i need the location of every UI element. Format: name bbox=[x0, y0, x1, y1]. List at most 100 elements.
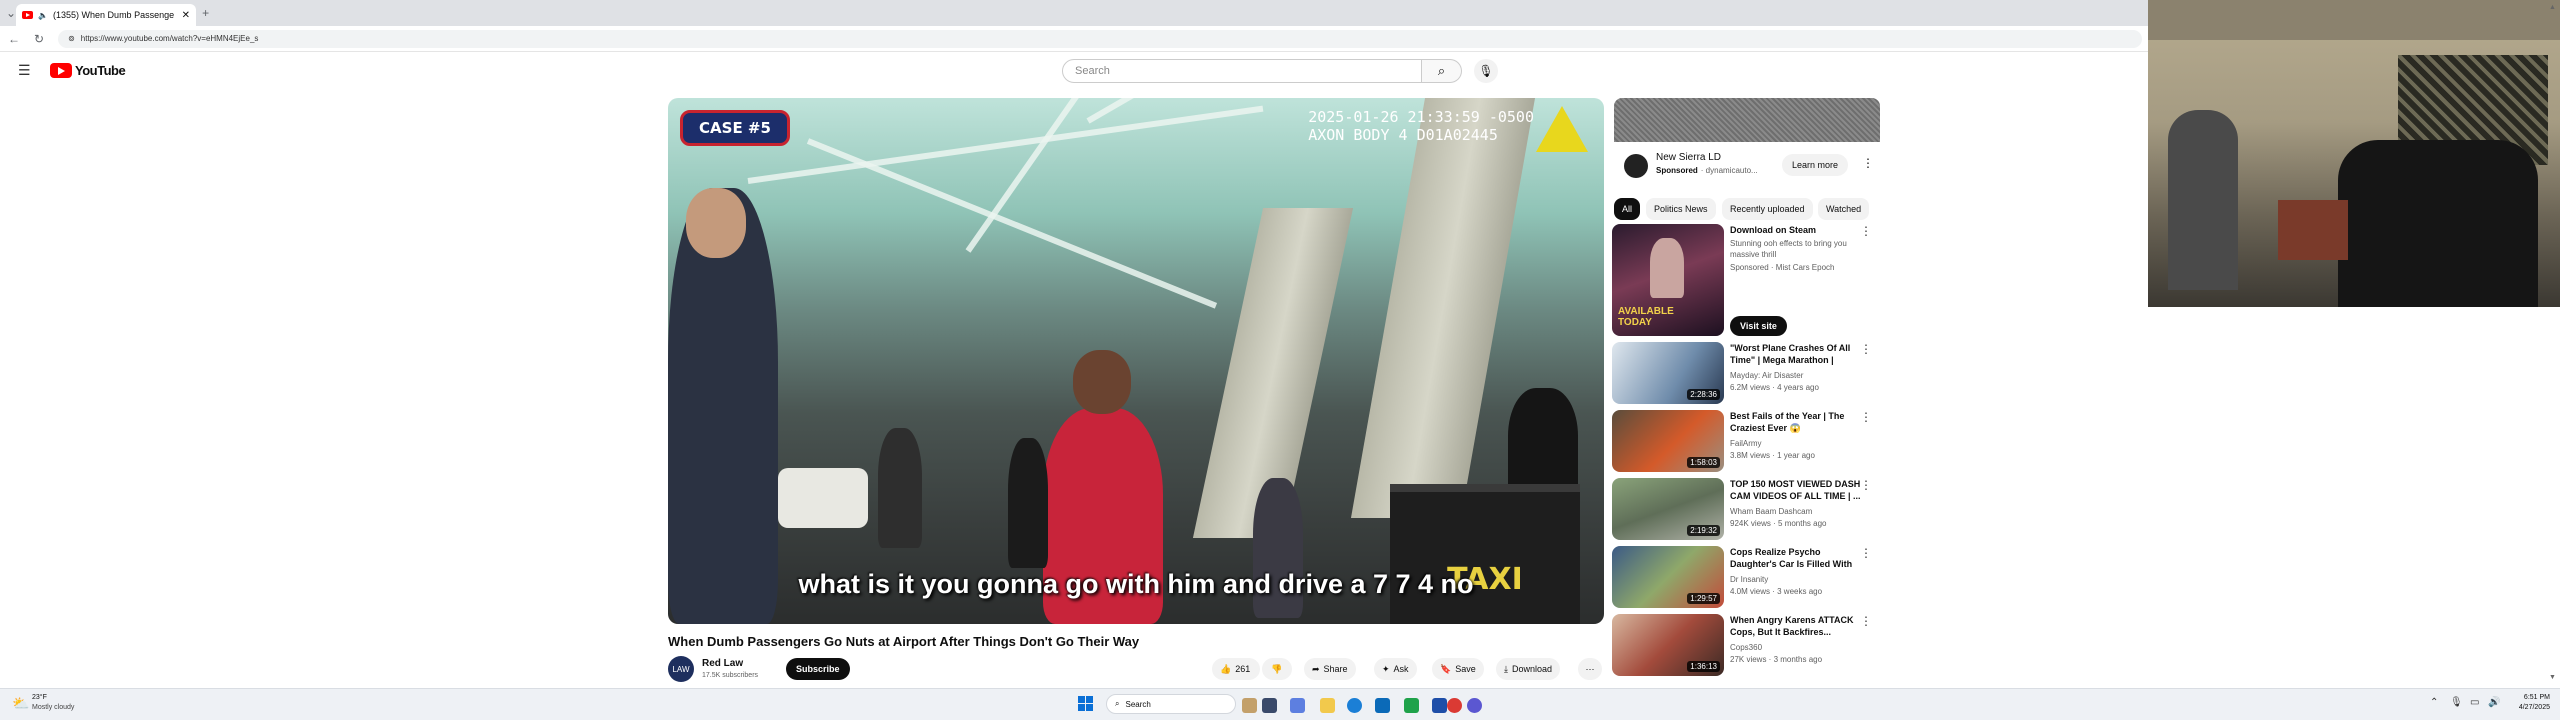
gaming-chair bbox=[2338, 140, 2538, 307]
recommendation-title[interactable]: "Worst Plane Crashes Of All Time" | Mega… bbox=[1730, 342, 1865, 366]
windows-taskbar: ⛅ 23°F Mostly cloudy ⌕ Search ⌃ 🎙 ▭ 🔊 6:5… bbox=[0, 688, 2560, 720]
recommendation-title[interactable]: When Angry Karens ATTACK Cops, But It Ba… bbox=[1730, 614, 1865, 638]
video-thumbnail[interactable]: 2:28:36 bbox=[1612, 342, 1724, 404]
channel-name[interactable]: Mayday: Air Disaster bbox=[1730, 370, 1865, 381]
scroll-down-icon[interactable]: ▼ bbox=[2549, 674, 2556, 681]
more-actions-button[interactable]: ⋯ bbox=[1578, 658, 1602, 680]
channel-avatar[interactable]: LAW bbox=[668, 656, 694, 682]
task-view-icon[interactable] bbox=[1262, 698, 1277, 713]
menu-icon[interactable]: ☰ bbox=[18, 62, 31, 79]
network-icon[interactable]: ▭ bbox=[2470, 697, 2479, 708]
channel-name[interactable]: FailArmy bbox=[1730, 438, 1865, 449]
volume-icon[interactable]: 🔊 bbox=[2488, 697, 2500, 708]
search-icon: ⌕ bbox=[1115, 699, 1120, 708]
video-thumbnail[interactable]: 1:58:03 bbox=[1612, 410, 1724, 472]
recommendation-title[interactable]: Best Fails of the Year | The Craziest Ev… bbox=[1730, 410, 1865, 434]
kebab-icon[interactable]: ⋮ bbox=[1860, 224, 1872, 238]
person-silhouette bbox=[2168, 110, 2238, 290]
spreadsheet-app-icon[interactable] bbox=[1404, 698, 1419, 713]
windows-start-icon[interactable] bbox=[1078, 696, 1093, 711]
thumbnail-figure bbox=[1650, 238, 1684, 298]
close-tab-icon[interactable]: ✕ bbox=[182, 10, 190, 21]
ad-domain: · dynamicauto... bbox=[1700, 166, 1758, 175]
kebab-icon[interactable]: ⋮ bbox=[1860, 546, 1872, 560]
recommendation-item[interactable]: 1:58:03 Best Fails of the Year | The Cra… bbox=[1612, 410, 1882, 472]
word-app-icon[interactable] bbox=[1432, 698, 1447, 713]
view-stats: 4.0M views · 3 weeks ago bbox=[1730, 587, 1823, 596]
recommendation-item[interactable]: 1:29:57 Cops Realize Psycho Daughter's C… bbox=[1612, 546, 1882, 608]
channel-name[interactable]: Wham Baam Dashcam bbox=[1730, 506, 1865, 517]
video-thumbnail[interactable]: 2:19:32 bbox=[1612, 478, 1724, 540]
recommendation-item[interactable]: 2:19:32 TOP 150 MOST VIEWED DASH CAM VID… bbox=[1612, 478, 1882, 540]
video-thumbnail[interactable]: AVAILABLE TODAY bbox=[1612, 224, 1724, 336]
chip-politics-news[interactable]: Politics News bbox=[1646, 198, 1716, 220]
scroll-up-icon[interactable]: ▲ bbox=[2549, 4, 2556, 11]
youtube-logo[interactable]: YouTube bbox=[50, 63, 126, 78]
kebab-icon[interactable]: ⋮ bbox=[1860, 410, 1872, 424]
back-icon[interactable]: ← bbox=[8, 32, 20, 46]
store-icon[interactable] bbox=[1375, 698, 1390, 713]
chevron-up-icon[interactable]: ⌃ bbox=[2430, 697, 2438, 708]
axon-logo-icon bbox=[1536, 106, 1588, 152]
video-thumbnail[interactable]: 1:36:13 bbox=[1612, 614, 1724, 676]
officer-head bbox=[686, 188, 746, 258]
chip-all[interactable]: All bbox=[1614, 198, 1641, 220]
recommendation-item[interactable]: 2:28:36 "Worst Plane Crashes Of All Time… bbox=[1612, 342, 1882, 404]
tab-list-chevron-icon[interactable]: ⌄ bbox=[6, 6, 16, 20]
file-explorer-icon[interactable] bbox=[1320, 698, 1335, 713]
channel-name[interactable]: Red Law bbox=[702, 658, 743, 669]
recommendation-title[interactable]: Cops Realize Psycho Daughter's Car Is Fi… bbox=[1730, 546, 1865, 570]
search-highlight-icon[interactable] bbox=[1242, 698, 1257, 713]
taskbar-date[interactable]: 4/27/2025 bbox=[2504, 704, 2550, 711]
taskbar-time[interactable]: 6:51 PM bbox=[2510, 694, 2550, 701]
sponsored-recommendation[interactable]: AVAILABLE TODAY Download on Steam Stunni… bbox=[1612, 224, 1882, 336]
share-button[interactable]: ➦ Share bbox=[1304, 658, 1356, 680]
recommendation-item[interactable]: 1:36:13 When Angry Karens ATTACK Cops, B… bbox=[1612, 614, 1882, 676]
download-icon: ⤓ bbox=[1504, 663, 1508, 674]
weather-icon[interactable]: ⛅ bbox=[12, 695, 29, 712]
taskbar-search-input[interactable]: ⌕ Search bbox=[1106, 694, 1236, 714]
ask-button[interactable]: ✦ Ask bbox=[1374, 658, 1417, 680]
reload-icon[interactable]: ↻ bbox=[34, 32, 44, 46]
site-info-icon[interactable]: ⊚ bbox=[68, 34, 75, 43]
duration-badge: 2:28:36 bbox=[1687, 389, 1720, 400]
recommendation-title[interactable]: TOP 150 MOST VIEWED DASH CAM VIDEOS OF A… bbox=[1730, 478, 1865, 502]
kebab-icon[interactable]: ⋮ bbox=[1860, 478, 1872, 492]
channel-name[interactable]: Dr Insanity bbox=[1730, 574, 1865, 585]
video-player[interactable]: TAXI CASE #5 2025-01-26 21:33:59 -0500 A… bbox=[668, 98, 1604, 624]
tab-title: (1355) When Dumb Passenge bbox=[53, 10, 175, 20]
visit-site-button[interactable]: Visit site bbox=[1730, 316, 1787, 336]
view-stats: 3.8M views · 1 year ago bbox=[1730, 451, 1815, 460]
subscribe-button[interactable]: Subscribe bbox=[786, 658, 850, 680]
microphone-icon[interactable]: 🎙 bbox=[2450, 697, 2463, 708]
channel-name[interactable]: Cops360 bbox=[1730, 642, 1865, 653]
discord-icon[interactable] bbox=[1467, 698, 1482, 713]
recommendation-description: Stunning ooh effects to bring you massiv… bbox=[1730, 239, 1847, 259]
chip-watched[interactable]: Watched bbox=[1818, 198, 1870, 220]
subscriber-count: 17.5K subscribers bbox=[702, 672, 759, 679]
advertiser-avatar bbox=[1624, 154, 1648, 178]
new-tab-icon[interactable]: + bbox=[202, 6, 209, 20]
ad-banner-image[interactable] bbox=[1614, 98, 1880, 142]
kebab-icon[interactable]: ⋮ bbox=[1860, 342, 1872, 356]
search-icon: ⌕ bbox=[1437, 63, 1446, 78]
edge-browser-icon[interactable] bbox=[1347, 698, 1362, 713]
ad-kebab-icon[interactable]: ⋮ bbox=[1862, 156, 1874, 170]
url-field[interactable]: ⊚ https://www.youtube.com/watch?v=eHMN4E… bbox=[58, 29, 2142, 48]
dislike-button[interactable]: 👎 bbox=[1262, 658, 1292, 680]
chrome-browser-icon[interactable] bbox=[1447, 698, 1462, 713]
recommendation-title[interactable]: Download on Steam bbox=[1730, 224, 1865, 236]
save-button[interactable]: 🔖 Save bbox=[1432, 658, 1484, 680]
video-thumbnail[interactable]: 1:29:57 bbox=[1612, 546, 1724, 608]
download-button[interactable]: ⤓ Download bbox=[1496, 658, 1561, 680]
browser-tab[interactable]: 🔈 (1355) When Dumb Passenge ✕ bbox=[16, 4, 197, 26]
search-input[interactable]: Search bbox=[1062, 59, 1422, 83]
chip-recently-uploaded[interactable]: Recently uploaded bbox=[1722, 198, 1813, 220]
passenger-head bbox=[1073, 350, 1131, 414]
copilot-icon[interactable] bbox=[1290, 698, 1305, 713]
kebab-icon[interactable]: ⋮ bbox=[1860, 614, 1872, 628]
voice-search-button[interactable]: 🎙 bbox=[1474, 59, 1498, 83]
search-button[interactable]: ⌕ bbox=[1422, 59, 1462, 83]
like-button[interactable]: 👍 261 bbox=[1212, 658, 1260, 680]
learn-more-button[interactable]: Learn more bbox=[1782, 154, 1849, 176]
